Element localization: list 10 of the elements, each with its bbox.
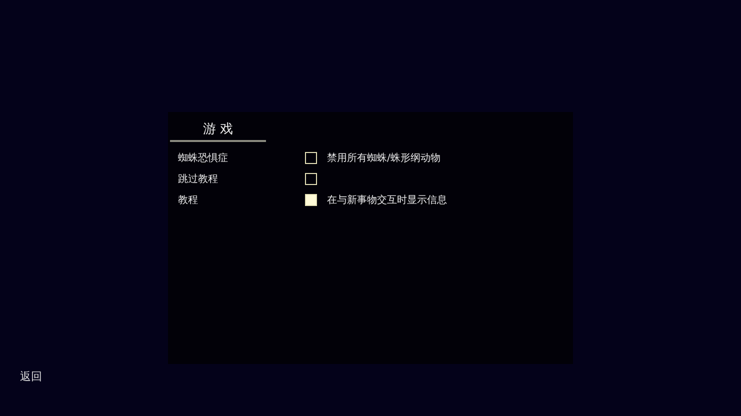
setting-label: 跳过教程 — [178, 172, 219, 186]
setting-label: 教程 — [178, 194, 199, 206]
checkbox[interactable] — [305, 194, 317, 206]
setting-label: 蜘蛛恐惧症 — [178, 152, 229, 164]
setting-description: 在与新事物交互时显示信息 — [327, 194, 447, 206]
setting-description: 禁用所有蜘蛛/蛛形纲动物 — [327, 152, 440, 164]
tab[interactable]: 游 戏 — [170, 119, 266, 142]
checkbox[interactable] — [305, 172, 317, 184]
back-button[interactable]: 返回 — [20, 369, 42, 384]
checkbox[interactable] — [305, 152, 317, 164]
